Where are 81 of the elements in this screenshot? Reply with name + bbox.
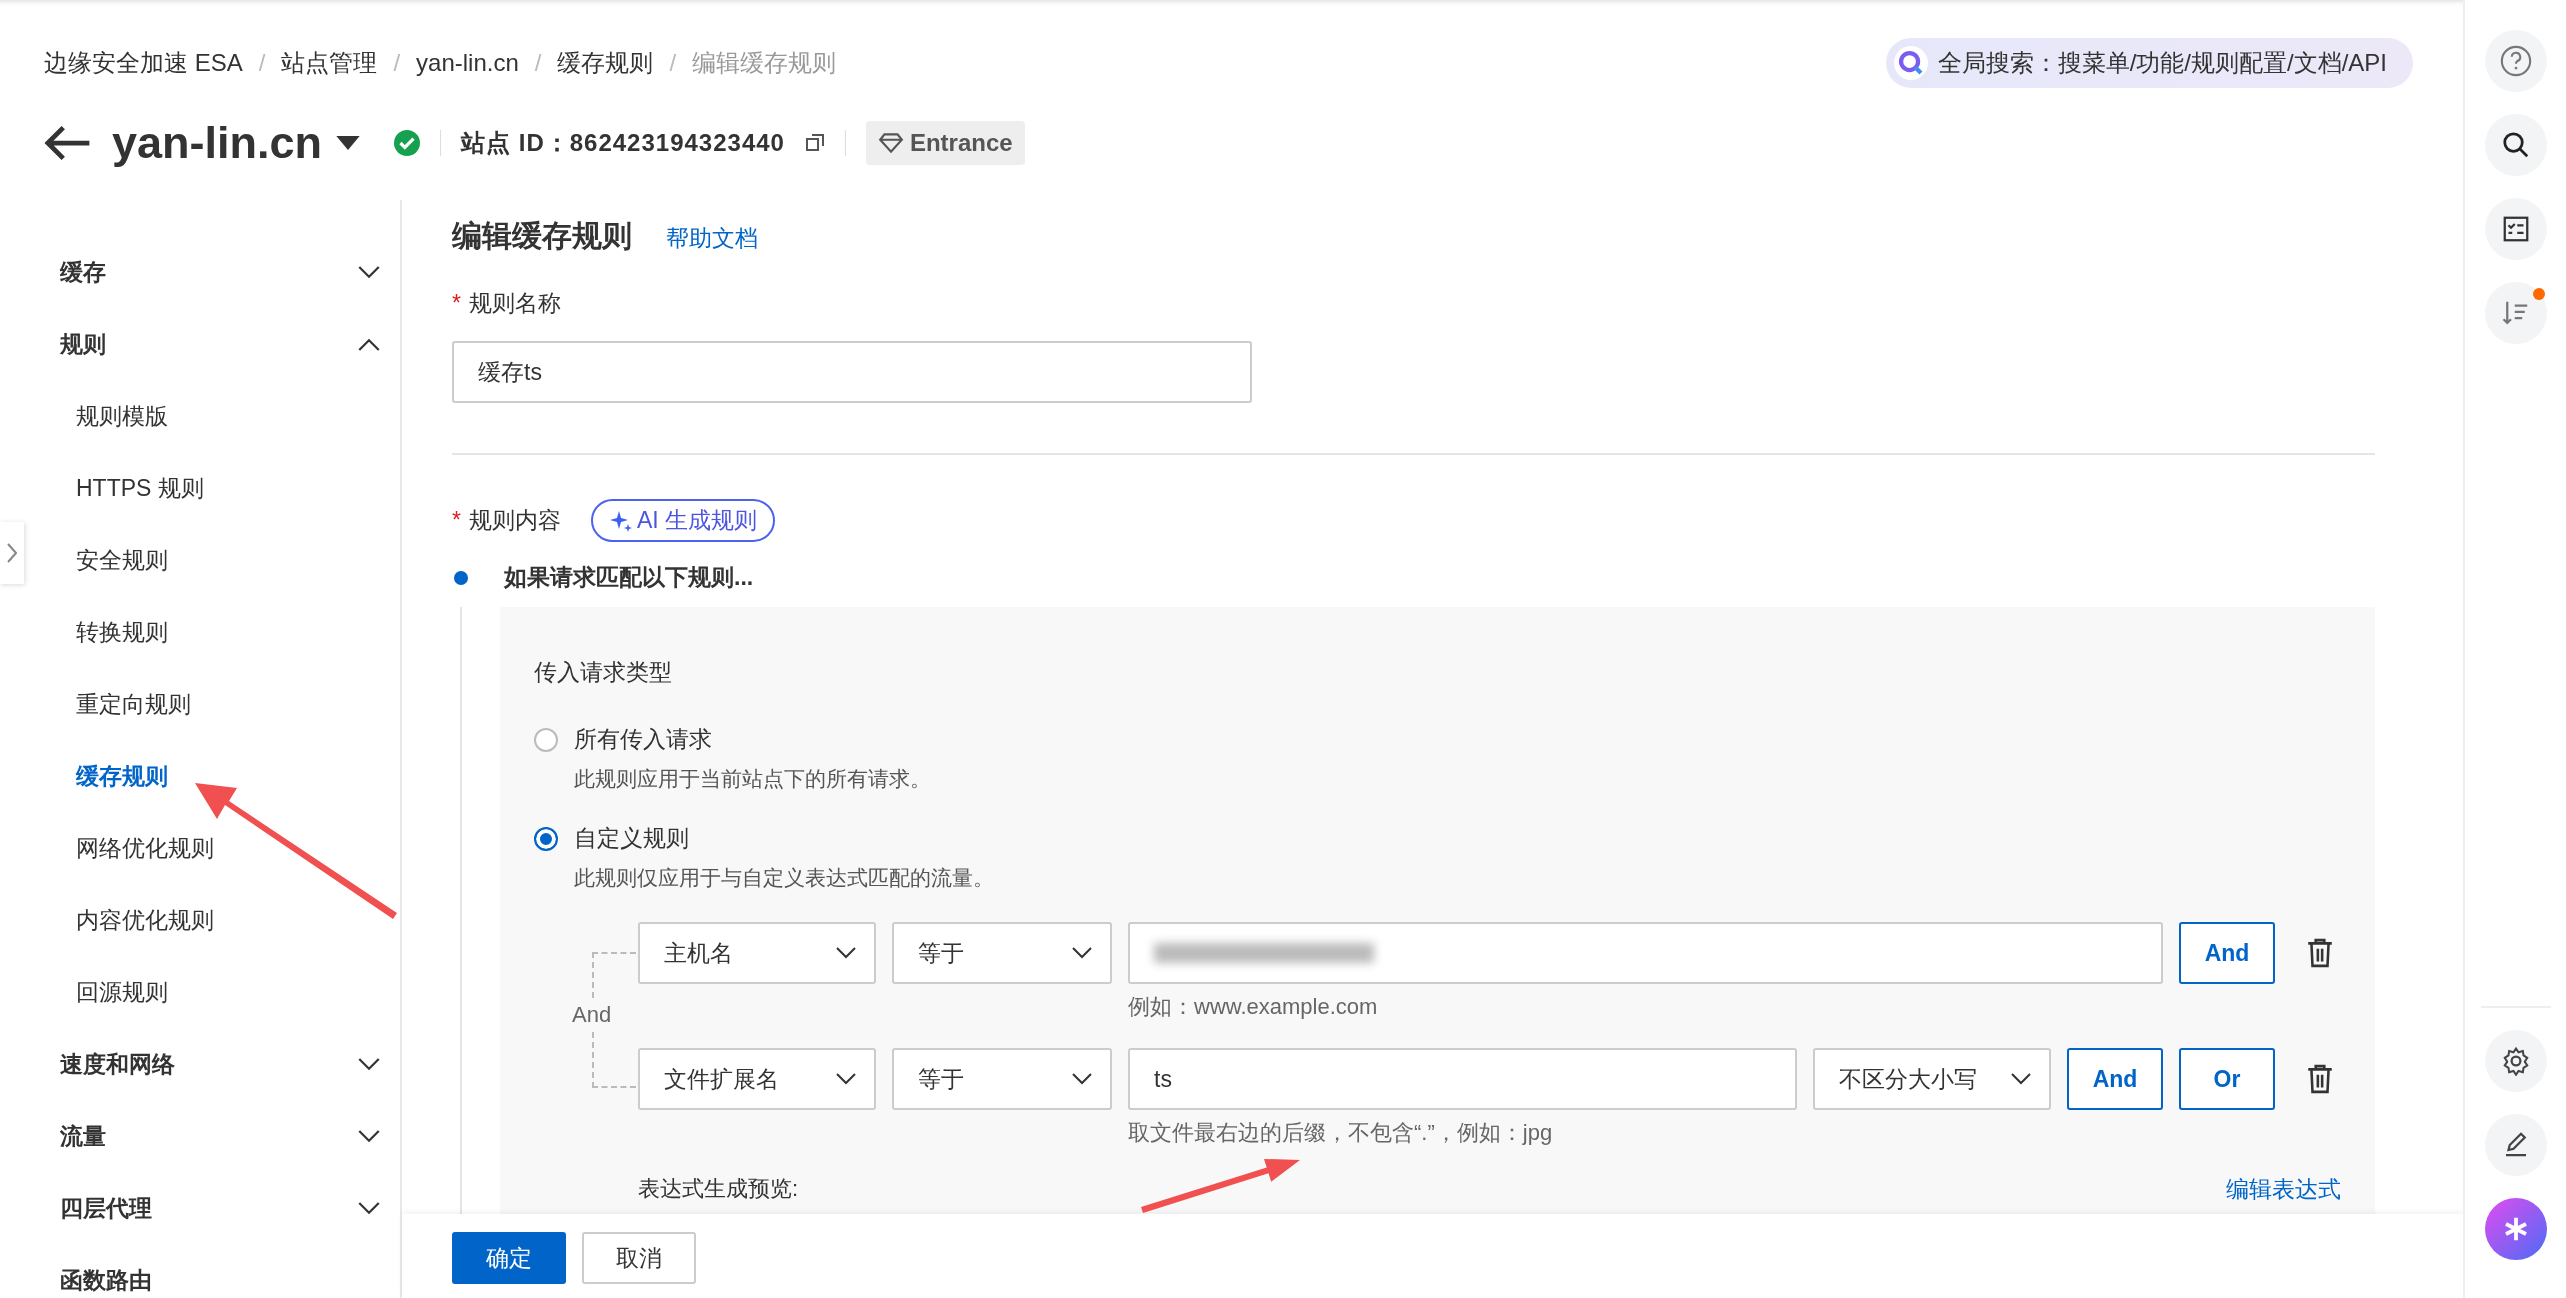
sidebar-item[interactable]: 重定向规则 <box>76 688 191 720</box>
sidebar-item[interactable]: 转换规则 <box>76 616 168 648</box>
required-mark: * <box>452 507 461 534</box>
logic-button[interactable]: And <box>2179 922 2275 984</box>
site-name-dropdown[interactable]: yan-lin.cn <box>112 117 361 169</box>
footer-button[interactable]: 取消 <box>582 1232 696 1284</box>
diamond-icon <box>877 132 904 154</box>
chevron-down-icon <box>2011 1073 2031 1085</box>
field-select[interactable]: 文件扩展名 <box>638 1048 876 1110</box>
sidebar-item[interactable]: 安全规则 <box>76 544 168 576</box>
chevron-down-icon <box>358 1201 380 1215</box>
field-hint: 取文件最右边的后缀，不包含“.”，例如：jpg <box>1128 1119 1554 1147</box>
breadcrumb-separator: / <box>534 49 542 77</box>
search-icon <box>1893 46 1928 80</box>
radio-button[interactable] <box>534 727 558 752</box>
trash-icon[interactable] <box>2307 1064 2333 1094</box>
breadcrumb-separator: / <box>669 49 677 77</box>
step-title: 如果请求匹配以下规则... <box>504 563 754 592</box>
sidebar-item[interactable]: 回源规则 <box>76 976 168 1008</box>
sidebar-item[interactable]: 缓存规则 <box>76 760 168 792</box>
field-label: 规则内容 <box>468 506 561 535</box>
sidebar-group[interactable]: 缓存 <box>0 236 400 308</box>
radio-button[interactable] <box>534 826 558 851</box>
breadcrumb-item[interactable]: 边缘安全加速 ESA <box>44 47 243 79</box>
sidebar-item[interactable]: 内容优化规则 <box>76 904 214 936</box>
chevron-down-icon <box>358 1129 380 1143</box>
operator-select[interactable]: 等于 <box>892 922 1112 984</box>
breadcrumb-item[interactable]: 缓存规则 <box>557 47 654 79</box>
option-description: 此规则仅应用于与自定义表达式匹配的流量。 <box>574 865 995 891</box>
breadcrumb-separator: / <box>258 49 266 77</box>
ai-generate-button[interactable]: AI 生成规则 <box>590 499 776 542</box>
page-title: 编辑缓存规则 <box>452 218 632 254</box>
edit-expression-link[interactable]: 编辑表达式 <box>2226 1174 2341 1205</box>
case-select[interactable]: 不区分大小写 <box>1813 1048 2051 1110</box>
radio-label[interactable]: 自定义规则 <box>574 823 689 854</box>
field-label: 规则名称 <box>468 289 561 318</box>
breadcrumb-separator: / <box>393 49 401 77</box>
chevron-down-icon <box>836 1073 856 1085</box>
help-link[interactable]: 帮助文档 <box>666 223 758 254</box>
chevron-up-icon <box>358 337 380 351</box>
entrance-button[interactable]: Entrance <box>865 121 1025 165</box>
breadcrumb-item[interactable]: yan-lin.cn <box>416 49 519 77</box>
required-mark: * <box>452 290 461 317</box>
footer-button[interactable]: 确定 <box>452 1232 566 1284</box>
option-description: 此规则应用于当前站点下的所有请求。 <box>574 766 932 792</box>
sidebar-group[interactable]: 四层代理 <box>0 1172 400 1244</box>
back-arrow-icon[interactable] <box>44 124 92 162</box>
chevron-right-icon <box>7 542 17 564</box>
radio-label[interactable]: 所有传入请求 <box>574 724 712 755</box>
preview-label: 表达式生成预览: <box>638 1175 799 1203</box>
chevron-down-icon <box>358 1057 380 1071</box>
sidebar-group[interactable]: 规则 <box>0 308 400 380</box>
value-input[interactable] <box>1128 922 2163 984</box>
check-circle-icon <box>394 130 421 156</box>
breadcrumb-item: 编辑缓存规则 <box>692 48 837 78</box>
breadcrumb-item[interactable]: 站点管理 <box>281 47 378 79</box>
operator-select[interactable]: 等于 <box>892 1048 1112 1110</box>
sidebar-item[interactable]: HTTPS 规则 <box>76 472 204 504</box>
chevron-down-icon <box>1072 1073 1092 1085</box>
sidebar-item[interactable]: 网络优化规则 <box>76 832 214 864</box>
sidebar-group[interactable]: 速度和网络 <box>0 1028 400 1100</box>
trash-icon[interactable] <box>2307 938 2333 968</box>
copy-icon[interactable] <box>804 133 825 153</box>
chevron-down-icon <box>1072 947 1092 959</box>
sidebar-item[interactable]: 规则模版 <box>76 400 168 432</box>
field-hint: 例如：www.example.com <box>1128 993 1379 1021</box>
step-dot <box>454 570 468 585</box>
value-input[interactable]: ts <box>1128 1048 1797 1110</box>
sidebar-group[interactable]: 函数路由 <box>0 1244 400 1298</box>
expand-tab[interactable] <box>0 522 24 584</box>
logic-button[interactable]: And <box>2067 1048 2163 1110</box>
field-select[interactable]: 主机名 <box>638 922 876 984</box>
rule-name-input[interactable]: 缓存ts <box>452 341 1252 403</box>
caret-down-icon <box>336 136 361 150</box>
global-search-button[interactable]: 全局搜索：搜菜单/功能/规则配置/文档/API <box>1885 38 2413 88</box>
site-id-text: 站点 ID：862423194323440 <box>461 128 785 158</box>
sidebar-group[interactable]: 流量 <box>0 1100 400 1172</box>
chevron-down-icon <box>836 947 856 959</box>
section-label: 传入请求类型 <box>534 658 673 687</box>
chevron-down-icon <box>358 265 380 279</box>
logic-button[interactable]: Or <box>2179 1048 2275 1110</box>
